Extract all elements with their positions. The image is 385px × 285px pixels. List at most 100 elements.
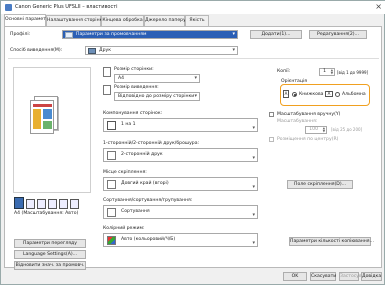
duplex-value: 2-сторонній друк <box>121 152 163 157</box>
copy-count-settings-button[interactable]: Параметри кількості копіювання... <box>289 237 374 246</box>
portrait-icon: A <box>283 90 289 98</box>
portrait-radio[interactable] <box>292 92 297 97</box>
cancel-button[interactable]: Скасувати <box>310 272 336 281</box>
landscape-icon: A <box>325 91 333 97</box>
profile-value: Параметри за промовчанням <box>76 32 147 37</box>
output-method-select[interactable]: Друк ▾ <box>85 46 238 55</box>
color-mode-value: Авто (кольоровий/Ч/Б) <box>121 237 176 242</box>
title-bar: Canon Generic Plus UFSLII – властивості … <box>1 1 385 14</box>
tab-page-setup[interactable]: Налаштування сторінки <box>46 15 105 26</box>
printer-properties-window: Canon Generic Plus UFSLII – властивості … <box>0 0 385 285</box>
profile-icon <box>65 32 73 38</box>
chevron-down-icon: ▾ <box>252 184 255 190</box>
page-size-select[interactable]: A4 ▾ <box>114 74 200 83</box>
printer-icon <box>88 48 96 54</box>
preview-icon-row <box>14 197 84 211</box>
scale-input[interactable]: 100 ▲ ▼ <box>305 126 327 134</box>
print-preview <box>13 67 91 193</box>
scale-label: Масштабування: <box>277 119 318 124</box>
color-mode-icon <box>107 236 116 245</box>
tab-finishing[interactable]: Кінцева обробка <box>101 15 144 26</box>
scale-value: 100 <box>309 127 318 132</box>
duplex-icon <box>107 151 116 160</box>
staple-icon <box>48 199 57 209</box>
color-mode-select[interactable]: Авто (кольоровий/Ч/Б) ▾ <box>103 233 258 247</box>
output-method-value: Друк <box>99 48 111 53</box>
sorting-value: Сортування <box>121 209 150 214</box>
binding-select[interactable]: Довгий край (вгорі) ▾ <box>103 177 258 191</box>
tab-paper-source[interactable]: Джерело паперу <box>144 15 186 26</box>
chevron-down-icon: ▾ <box>194 93 197 99</box>
page-layout-label: Компонування сторінок: <box>103 111 163 116</box>
layout-icon <box>26 199 35 209</box>
main-panel: Профілі: Параметри за промовчанням ▾ Дод… <box>4 26 382 270</box>
restore-defaults-button[interactable]: Відновити знач. за промовч. <box>14 261 86 270</box>
page-size-value: A4 <box>118 76 125 81</box>
page-content-block <box>33 109 41 129</box>
close-icon[interactable]: × <box>375 2 382 11</box>
page-content-bar <box>33 104 52 107</box>
page-size-icon <box>103 67 111 77</box>
help-button[interactable]: Довідка <box>361 272 382 281</box>
page-preview-front <box>30 100 54 134</box>
duplex-label: 1-сторонній/2-сторонній друк/брошура: <box>103 141 200 146</box>
duplex-icon <box>37 199 46 209</box>
copies-input[interactable]: 1 ▲ ▼ <box>319 68 335 76</box>
copies-label: Копії: <box>277 69 291 74</box>
sorting-select[interactable]: Сортування ▾ <box>103 205 258 219</box>
page-layout-value: 1 на 1 <box>121 122 136 127</box>
chevron-down-icon: ▾ <box>252 155 255 161</box>
binding-label: Місце скріплення: <box>103 170 147 175</box>
output-size-value: Відповідно до розміру сторінки <box>118 94 195 99</box>
chevron-down-icon: ▾ <box>232 31 235 37</box>
duplex-select[interactable]: 2-сторонній друк ▾ <box>103 148 258 162</box>
binding-edge-icon <box>107 180 116 189</box>
binding-value: Довгий край (вгорі) <box>121 181 169 186</box>
printer-app-icon <box>5 4 12 11</box>
output-size-select[interactable]: Відповідно до розміру сторінки ▾ <box>114 92 200 101</box>
tab-basic-settings[interactable]: Основні параметри <box>4 14 52 26</box>
spin-arrows-icon[interactable]: ▲ ▼ <box>331 69 333 75</box>
chevron-down-icon: ▾ <box>232 47 235 53</box>
view-settings-button[interactable]: Параметри перегляду <box>14 239 86 248</box>
binding-margin-button[interactable]: Поле скріплення(D)... <box>287 180 353 189</box>
copies-range: [від 1 до 9999] <box>337 70 369 75</box>
layout-1up-icon <box>107 121 116 130</box>
manual-scale-label: Масштабування вручну(Y) <box>277 112 341 117</box>
edit-profile-button[interactable]: Редагування(2)... <box>309 30 367 39</box>
color-icon <box>70 199 79 209</box>
window-title: Canon Generic Plus UFSLII – властивості <box>15 4 118 10</box>
output-size-icon <box>103 85 111 95</box>
chevron-down-icon: ▾ <box>252 212 255 218</box>
copies-value: 1 <box>323 69 326 74</box>
output-size-label: Розмір виведення: <box>114 85 159 90</box>
add-profile-button[interactable]: Додати(1)... <box>250 30 302 39</box>
sorting-label: Сортування/сортування/групування: <box>103 198 193 203</box>
tab-quality[interactable]: Якість <box>185 15 209 26</box>
divider <box>8 58 379 59</box>
page-size-label: Розмір сторінки: <box>114 67 154 72</box>
apply-button[interactable]: Застосувати <box>339 272 370 281</box>
scale-range: [від 25 до 200] <box>331 127 363 132</box>
landscape-label: Альбомна <box>342 92 366 97</box>
chevron-down-icon: ▾ <box>252 240 255 246</box>
chevron-down-icon: ▾ <box>194 75 197 81</box>
collate-icon <box>107 208 116 217</box>
color-mode-label: Колірний режим: <box>103 226 145 231</box>
page-layout-select[interactable]: 1 на 1 ▾ <box>103 118 258 132</box>
landscape-radio[interactable] <box>335 92 340 97</box>
page-content-block <box>43 109 52 119</box>
output-method-label: Спосіб виведення(M): <box>10 48 63 53</box>
printer-icon <box>14 197 24 209</box>
profile-select[interactable]: Параметри за промовчанням ▾ <box>62 30 238 39</box>
language-settings-button[interactable]: Language Settings(A)... <box>14 250 86 259</box>
ok-button[interactable]: OK <box>283 272 307 281</box>
center-checkbox[interactable] <box>269 137 274 142</box>
manual-scale-checkbox[interactable] <box>269 112 274 117</box>
spin-arrows-icon[interactable]: ▲ ▼ <box>323 127 325 133</box>
chevron-down-icon: ▾ <box>252 125 255 131</box>
profile-label: Профілі: <box>10 32 31 37</box>
preview-caption: A4 (Масштабування: Авто) <box>14 211 79 216</box>
portrait-label: Книжкова <box>299 92 324 97</box>
page-content-block <box>43 121 52 129</box>
